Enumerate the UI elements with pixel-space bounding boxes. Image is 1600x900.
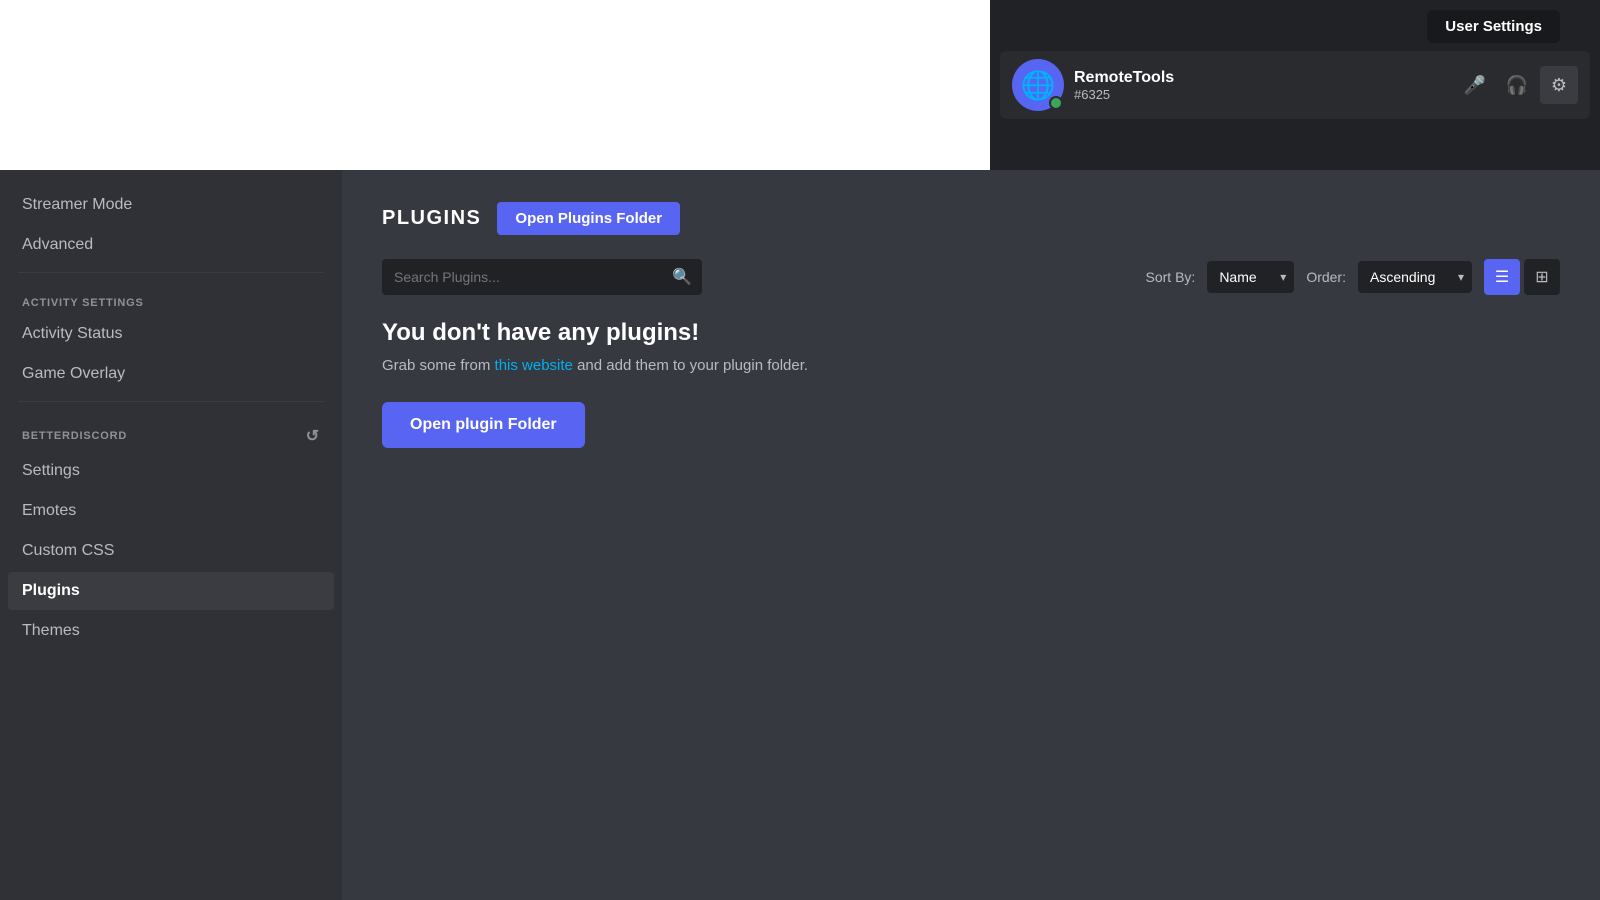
sidebar-item-settings[interactable]: Settings — [8, 452, 334, 490]
open-plugins-folder-button[interactable]: Open Plugins Folder — [497, 202, 680, 235]
sidebar-item-streamer-mode[interactable]: Streamer Mode — [8, 186, 334, 224]
empty-desc-before: Grab some from — [382, 357, 495, 374]
empty-desc-after: and add them to your plugin folder. — [573, 357, 808, 374]
sidebar-item-label: Emotes — [22, 502, 76, 519]
mute-button[interactable]: 🎤 — [1456, 66, 1494, 104]
view-toggle-buttons: ☰ ⊞ — [1484, 259, 1560, 295]
settings-button[interactable]: ⚙ — [1540, 66, 1578, 104]
sidebar-item-themes[interactable]: Themes — [8, 612, 334, 650]
page-header: PLUGINS Open Plugins Folder — [382, 202, 1560, 235]
user-info: RemoteTools #6325 — [1074, 69, 1446, 102]
controls-row: 🔍 Sort By: Name Author Version Order: As… — [382, 259, 1560, 295]
search-input[interactable] — [382, 259, 702, 295]
mute-icon: 🎤 — [1464, 75, 1486, 96]
top-area: User Settings 🌐 RemoteTools #6325 🎤 🎧 — [0, 0, 1600, 170]
list-view-icon: ☰ — [1495, 267, 1509, 287]
username: RemoteTools — [1074, 69, 1446, 87]
this-website-link[interactable]: this website — [495, 357, 573, 374]
sidebar-section-activity: ACTIVITY SETTINGS — [8, 281, 334, 315]
grid-view-icon: ⊞ — [1535, 267, 1548, 287]
search-icon: 🔍 — [672, 267, 692, 287]
page-title: PLUGINS — [382, 207, 481, 230]
user-settings-tooltip: User Settings — [1427, 10, 1560, 43]
betterdiscord-icon: ↺ — [306, 426, 320, 446]
avatar: 🌐 — [1012, 59, 1064, 111]
sidebar-item-label: Activity Status — [22, 325, 122, 342]
user-icons: 🎤 🎧 ⚙ — [1456, 66, 1578, 104]
empty-title: You don't have any plugins! — [382, 319, 1560, 347]
order-label: Order: — [1306, 269, 1346, 285]
grid-view-button[interactable]: ⊞ — [1524, 259, 1560, 295]
user-panel: 🌐 RemoteTools #6325 🎤 🎧 ⚙ — [1000, 51, 1590, 119]
sort-row: Sort By: Name Author Version Order: Asce… — [1146, 259, 1560, 295]
main-layout: Streamer Mode Advanced ACTIVITY SETTINGS… — [0, 170, 1600, 900]
empty-state: You don't have any plugins! Grab some fr… — [382, 319, 1560, 448]
deafen-icon: 🎧 — [1506, 75, 1528, 96]
empty-description: Grab some from this website and add them… — [382, 357, 1560, 374]
avatar-globe-icon: 🌐 — [1021, 69, 1056, 102]
user-tag: #6325 — [1074, 87, 1446, 102]
settings-icon: ⚙ — [1551, 75, 1567, 96]
sidebar-divider — [18, 272, 324, 273]
sidebar-section-betterdiscord: BETTERDISCORD ↺ — [8, 410, 334, 452]
search-container: 🔍 — [382, 259, 702, 295]
sidebar-item-custom-css[interactable]: Custom CSS — [8, 532, 334, 570]
sidebar-item-label: Settings — [22, 462, 80, 479]
sidebar-item-emotes[interactable]: Emotes — [8, 492, 334, 530]
order-select-wrapper: Ascending Descending — [1358, 261, 1472, 293]
status-dot — [1049, 96, 1063, 110]
sidebar-item-game-overlay[interactable]: Game Overlay — [8, 355, 334, 393]
sort-by-select[interactable]: Name Author Version — [1207, 261, 1294, 293]
sort-by-label: Sort By: — [1146, 269, 1196, 285]
sort-by-select-wrapper: Name Author Version — [1207, 261, 1294, 293]
sidebar-item-activity-status[interactable]: Activity Status — [8, 315, 334, 353]
sidebar-divider-2 — [18, 401, 324, 402]
sidebar-item-advanced[interactable]: Advanced — [8, 226, 334, 264]
sidebar-item-label: Game Overlay — [22, 365, 125, 382]
sidebar: Streamer Mode Advanced ACTIVITY SETTINGS… — [0, 170, 342, 900]
deafen-button[interactable]: 🎧 — [1498, 66, 1536, 104]
sidebar-item-label: Streamer Mode — [22, 196, 132, 213]
main-content: PLUGINS Open Plugins Folder 🔍 Sort By: N… — [342, 170, 1600, 900]
sidebar-item-label: Plugins — [22, 582, 80, 599]
sidebar-item-plugins[interactable]: Plugins — [8, 572, 334, 610]
top-dark-panel: User Settings 🌐 RemoteTools #6325 🎤 🎧 — [990, 0, 1600, 170]
list-view-button[interactable]: ☰ — [1484, 259, 1520, 295]
order-select[interactable]: Ascending Descending — [1358, 261, 1472, 293]
sidebar-item-label: Themes — [22, 622, 80, 639]
open-plugin-folder-button[interactable]: Open plugin Folder — [382, 402, 585, 448]
sidebar-item-label: Custom CSS — [22, 542, 114, 559]
sidebar-item-label: Advanced — [22, 236, 93, 253]
